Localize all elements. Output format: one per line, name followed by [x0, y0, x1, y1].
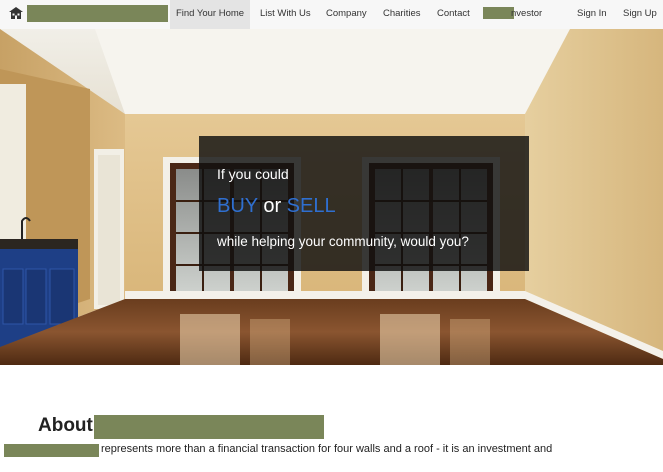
sign-up-link[interactable]: Sign Up	[623, 0, 657, 29]
hero-overlay-panel: If you could BUY or SELL while helping y…	[199, 136, 529, 271]
hero-banner: If you could BUY or SELL while helping y…	[0, 29, 663, 365]
nav-find-your-home[interactable]: Find Your Home	[170, 0, 250, 29]
sign-in-link[interactable]: Sign In	[577, 0, 607, 29]
hero-line-3: while helping your community, would you?	[217, 234, 469, 249]
nav-investor[interactable]: nvestor	[483, 0, 545, 29]
investor-label-redacted	[483, 7, 514, 19]
about-company-name-redacted	[94, 415, 324, 439]
hero-buy-word: BUY	[217, 195, 258, 217]
nav-company[interactable]: Company	[326, 0, 367, 29]
top-navbar: Find Your Home List With Us Company Char…	[0, 0, 663, 30]
nav-list-with-us[interactable]: List With Us	[260, 0, 311, 29]
hero-or-word: or	[257, 195, 287, 217]
hero-line-1: If you could	[217, 166, 289, 182]
home-logo-icon[interactable]	[9, 7, 23, 19]
nav-investor-label: nvestor	[511, 8, 543, 19]
body-company-name-redacted	[4, 444, 99, 457]
nav-contact[interactable]: Contact	[437, 0, 470, 29]
hero-sell-word: SELL	[286, 195, 336, 217]
about-paragraph: represents more than a financial transac…	[101, 443, 553, 455]
brand-name-redacted[interactable]	[27, 5, 168, 22]
hero-buy-or-sell: BUY or SELL	[217, 195, 336, 218]
nav-charities[interactable]: Charities	[383, 0, 421, 29]
about-heading: About	[38, 415, 93, 436]
